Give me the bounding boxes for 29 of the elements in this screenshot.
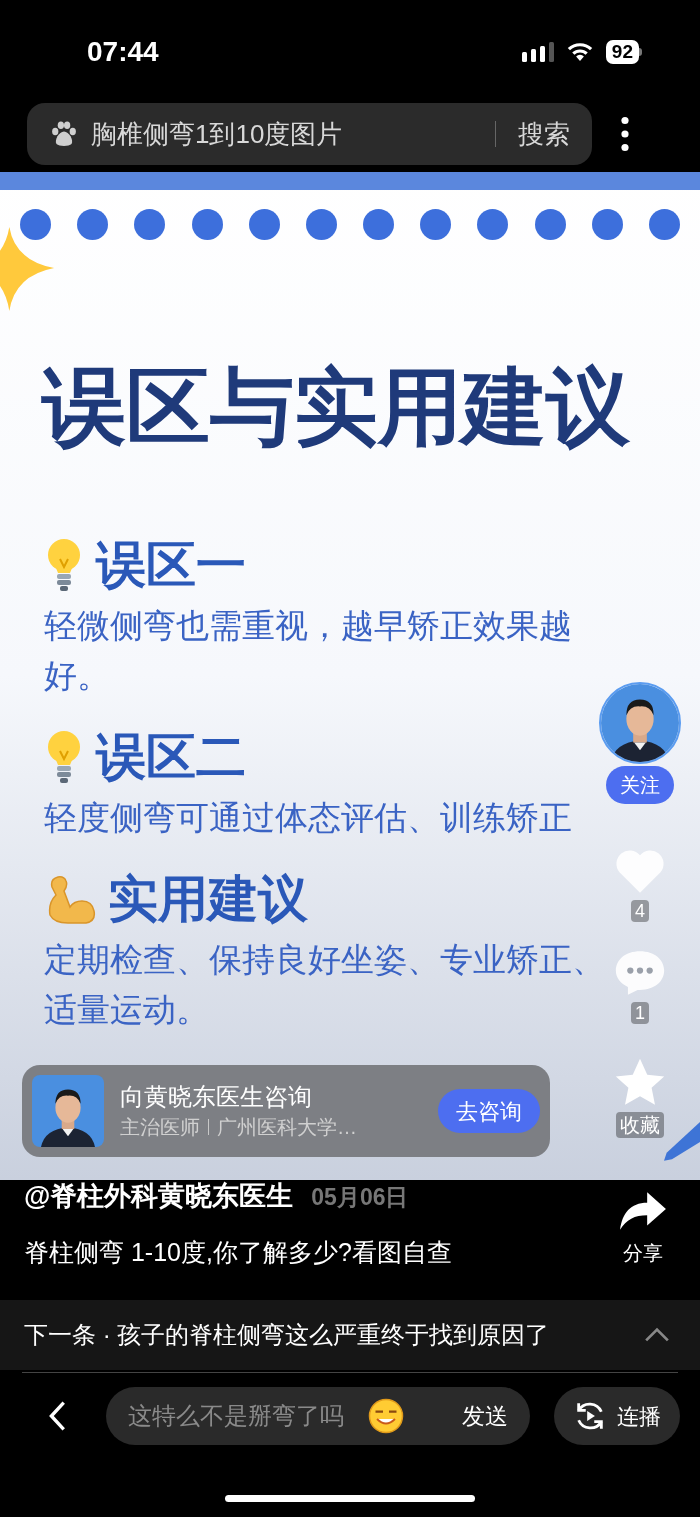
consult-title: 向黄晓东医生咨询 xyxy=(120,1082,313,1112)
section-text: 轻微侧弯也需重视，越早矫正效果越好。 xyxy=(44,606,573,696)
like-count: 4 xyxy=(631,900,649,922)
share-label: 分享 xyxy=(623,1241,663,1266)
comment-count: 1 xyxy=(631,1002,649,1024)
battery-level: 92 xyxy=(611,42,633,61)
section-text: 轻度侧弯可通过体态评估、训练矫正 xyxy=(44,798,573,838)
search-button[interactable]: 搜索 xyxy=(518,114,570,154)
follow-button[interactable]: 关注 xyxy=(606,766,674,804)
favorite-label: 收藏 xyxy=(616,1112,664,1138)
consult-card[interactable]: 向黄晓东医生咨询 主治医师 广州医科大学… 去咨询 xyxy=(22,1065,550,1157)
search-field[interactable]: 胸椎侧弯1到10度图片 搜索 xyxy=(27,103,592,165)
post-caption: 脊柱侧弯 1-10度,你了解多少?看图自查 xyxy=(24,1237,452,1268)
section-heading: 误区一 xyxy=(96,536,246,595)
next-video-bar[interactable]: 下一条 · 孩子的脊柱侧弯这么严重终于找到原因了 xyxy=(0,1300,700,1370)
slide-title: 误区与实用建议 xyxy=(40,365,631,449)
author-name[interactable]: @脊柱外科黄晓东医生 xyxy=(24,1178,294,1214)
hospital-name: 广州医科大学… xyxy=(217,1115,357,1140)
consult-button[interactable]: 去咨询 xyxy=(438,1089,540,1133)
section-heading: 误区二 xyxy=(96,728,246,787)
autoplay-button[interactable]: 连播 xyxy=(554,1387,680,1445)
section-heading: 实用建议 xyxy=(108,870,308,929)
next-video-title: 下一条 · 孩子的脊柱侧弯这么严重终于找到原因了 xyxy=(24,1320,550,1350)
doctor-title: 主治医师 xyxy=(120,1115,200,1140)
clock-time: 07:44 xyxy=(87,34,159,69)
send-button[interactable]: 发送 xyxy=(462,1398,509,1434)
post-date: 05月06日 xyxy=(311,1183,409,1212)
comment-field[interactable]: 这特么不是掰弯了吗 发送 xyxy=(105,1387,531,1445)
section-text: 定期检查、保持良好坐姿、专业矫正、适量运动。 xyxy=(44,940,606,1030)
